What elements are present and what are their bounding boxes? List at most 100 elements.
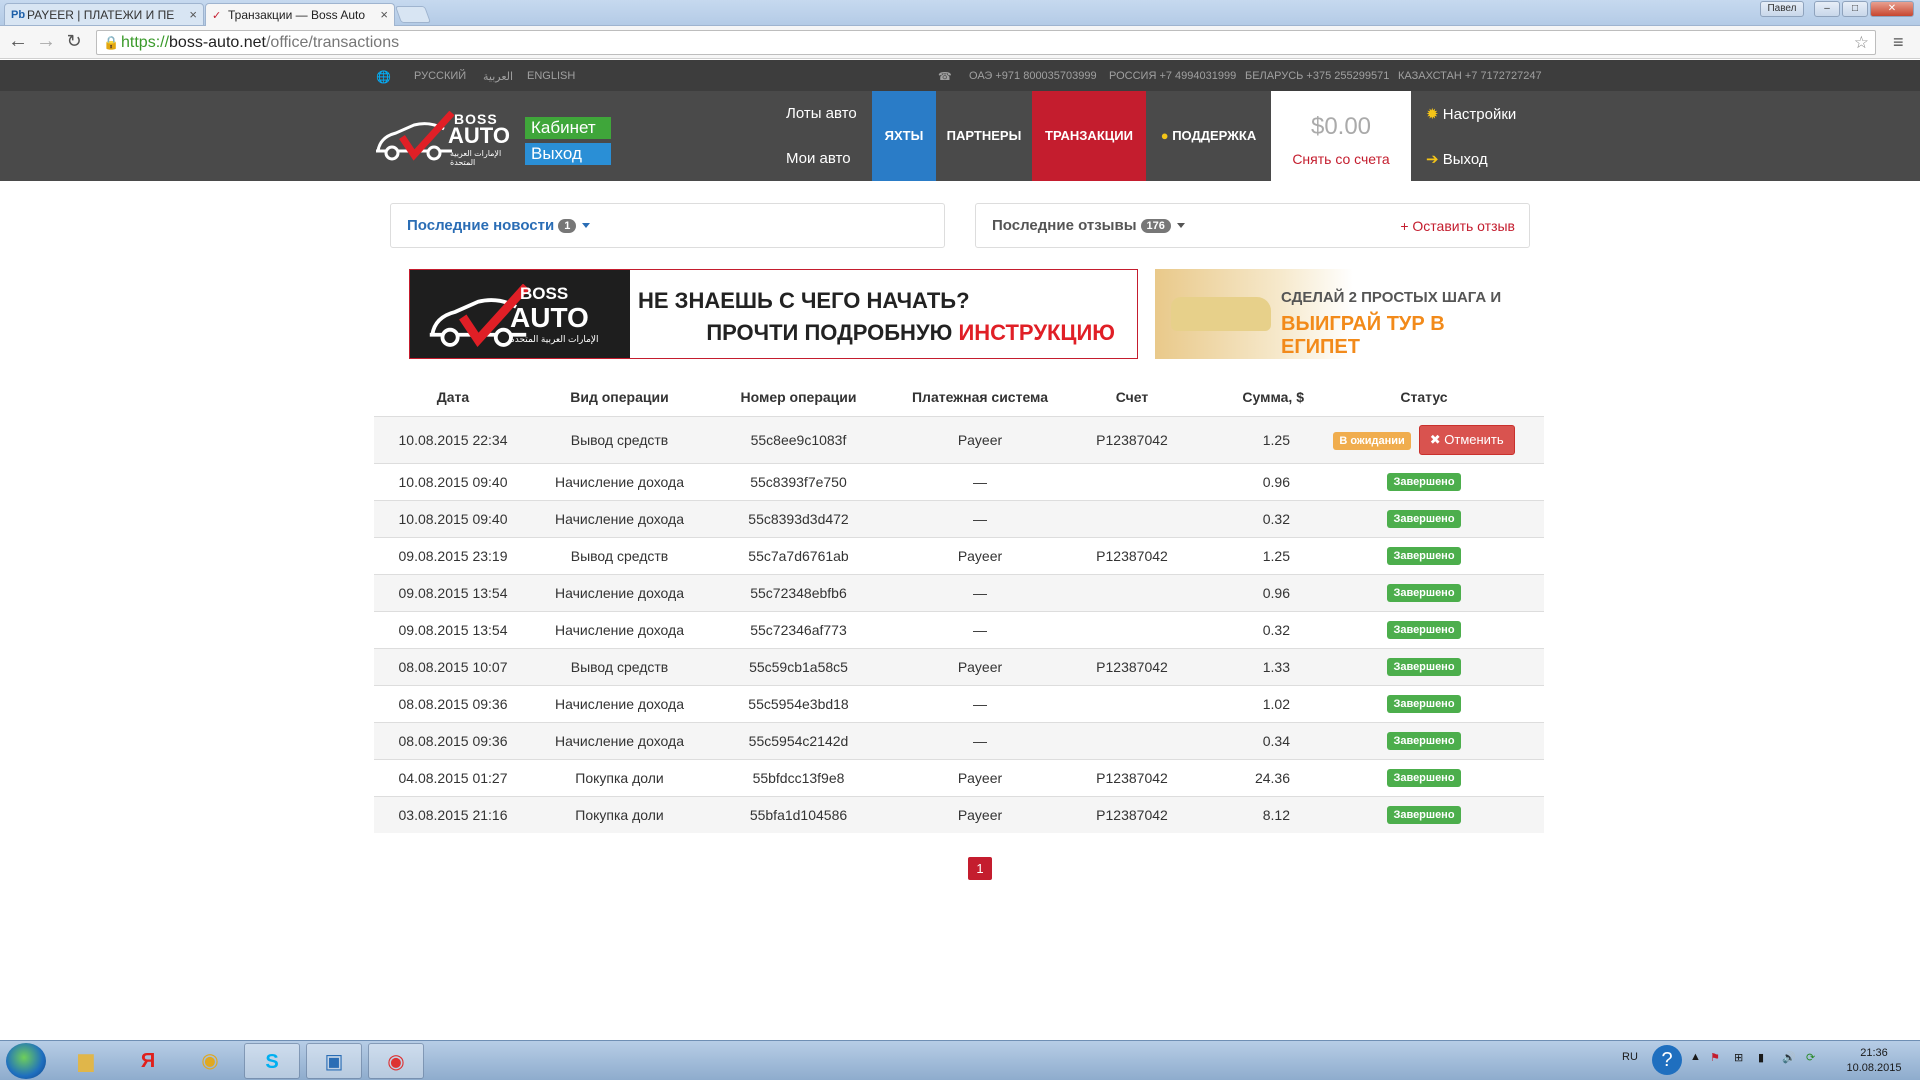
instruction-banner[interactable]: BOSS AUTO الإمارات العربية المتحدة НЕ ЗН… — [409, 269, 1138, 359]
table-row: 08.08.2015 09:36 Начисление дохода 55c5954… — [374, 684, 1544, 722]
nav-support[interactable]: ● ПОДДЕРЖКА — [1146, 91, 1271, 181]
row-account — [1070, 462, 1194, 500]
browser-menu-icon[interactable]: ≡ — [1893, 32, 1913, 52]
row-amount: 8.12 — [1194, 795, 1304, 833]
start-button[interactable] — [6, 1043, 46, 1079]
yandex-icon[interactable]: Я — [120, 1043, 176, 1079]
nav-partners[interactable]: ПАРТНЕРЫ — [936, 91, 1032, 181]
lots-link[interactable]: Лоты авто — [786, 105, 857, 122]
status-badge: В ожидании — [1333, 431, 1411, 450]
row-system: — — [890, 610, 1070, 648]
chrome-icon[interactable]: ◉ — [182, 1043, 238, 1079]
status-badge: Завершено — [1387, 547, 1461, 565]
row-id: 55c8ee9c1083f — [707, 415, 890, 463]
banner-logo-boss: BOSS — [520, 284, 569, 303]
close-icon[interactable]: × — [380, 7, 388, 22]
table-row: 04.08.2015 01:27 Покупка доли 55bfdcc13f9e… — [374, 758, 1544, 796]
chrome-active-icon[interactable]: ◉ — [368, 1043, 424, 1079]
lang-russian[interactable]: РУССКИЙ — [414, 70, 466, 82]
status-badge: Завершено — [1387, 658, 1461, 676]
news-panel[interactable]: Последние новости 1 — [390, 203, 945, 248]
cancel-button[interactable]: ✖ Отменить — [1418, 424, 1515, 455]
cancel-label: Отменить — [1444, 431, 1504, 447]
reviews-title: Последние отзывы — [992, 217, 1137, 234]
new-tab-button[interactable] — [394, 6, 432, 23]
forward-icon[interactable]: → — [34, 30, 58, 54]
address-bar[interactable]: 🔒 https://boss-auto.net/office/transacti… — [96, 30, 1876, 55]
maximize-button[interactable]: □ — [1842, 1, 1868, 17]
row-date: 09.08.2015 13:54 — [374, 573, 532, 611]
row-amount: 0.96 — [1194, 462, 1304, 500]
table-row: 08.08.2015 09:36 Начисление дохода 55c5954… — [374, 721, 1544, 759]
reload-icon[interactable]: ↻ — [62, 30, 86, 54]
explorer-icon[interactable]: ▆ — [58, 1043, 114, 1079]
row-type: Вывод средств — [532, 415, 707, 463]
close-icon[interactable]: × — [189, 7, 197, 22]
row-date: 08.08.2015 09:36 — [374, 721, 532, 759]
window-user-button[interactable]: Павел — [1760, 1, 1804, 17]
news-count-badge: 1 — [558, 219, 577, 233]
status-badge: Завершено — [1387, 473, 1461, 491]
phone-belarus: БЕЛАРУСЬ +375 255299571 — [1245, 70, 1390, 82]
help-icon[interactable]: ? — [1652, 1045, 1682, 1075]
exit-button[interactable]: Выход — [525, 143, 611, 165]
row-amount: 0.34 — [1194, 721, 1304, 759]
nav-transactions[interactable]: ТРАНЗАКЦИИ — [1032, 91, 1146, 181]
volume-icon[interactable]: 🔊 — [1782, 1051, 1796, 1064]
my-cars-link[interactable]: Мои авто — [786, 150, 851, 167]
minimize-button[interactable]: – — [1814, 1, 1840, 17]
news-dropdown[interactable]: Последние новости 1 — [407, 217, 591, 234]
reviews-panel[interactable]: Последние отзывы 176 + Оставить отзыв — [975, 203, 1530, 248]
withdraw-link[interactable]: Снять со счета — [1271, 151, 1411, 167]
clock[interactable]: 21:36 10.08.2015 — [1844, 1046, 1904, 1076]
row-amount: 0.96 — [1194, 573, 1304, 611]
status-badge: Завершено — [1387, 806, 1461, 825]
lang-arabic[interactable]: العربية — [483, 70, 513, 83]
show-hidden-icons-icon[interactable]: ▲ — [1690, 1051, 1701, 1063]
row-status: Завершено — [1304, 721, 1544, 759]
row-type: Начисление дохода — [532, 462, 707, 500]
logout-link[interactable]: ➔ Выход — [1426, 150, 1488, 168]
cabinet-button[interactable]: Кабинет — [525, 117, 611, 139]
row-date: 08.08.2015 09:36 — [374, 684, 532, 722]
site-header: BOSS AUTO الإمارات العربية المتحدة Кабин… — [0, 91, 1920, 181]
language-indicator[interactable]: RU — [1622, 1051, 1638, 1063]
table-row: 03.08.2015 21:16 Покупка доли 55bfa1d10458… — [374, 795, 1544, 833]
skype-icon[interactable]: S — [244, 1043, 300, 1079]
gear-icon: ✹ — [1426, 106, 1439, 123]
row-id: 55c59cb1a58c5 — [707, 647, 890, 685]
flag-icon[interactable]: ⚑ — [1710, 1051, 1720, 1064]
row-id: 55c8393d3d472 — [707, 499, 890, 537]
table-row: 09.08.2015 23:19 Вывод средств 55c7a7d6761… — [374, 536, 1544, 574]
nav-yachts[interactable]: ЯХТЫ — [872, 91, 936, 181]
row-type: Вывод средств — [532, 647, 707, 685]
row-status: Завершено — [1304, 499, 1544, 537]
windows-icon[interactable]: ⊞ — [1734, 1051, 1743, 1064]
row-account: P12387042 — [1070, 647, 1194, 685]
settings-link[interactable]: ✹ Настройки — [1426, 105, 1516, 123]
lang-english[interactable]: ENGLISH — [527, 70, 575, 82]
row-amount: 0.32 — [1194, 610, 1304, 648]
row-status: В ожидании ✖ Отменить — [1304, 415, 1544, 463]
network-icon[interactable]: ▮ — [1758, 1051, 1764, 1064]
sync-icon[interactable]: ⟳ — [1806, 1051, 1815, 1064]
bookmark-star-icon[interactable]: ☆ — [1854, 31, 1869, 54]
page-1-button[interactable]: 1 — [968, 857, 992, 880]
row-status: Завершено — [1304, 758, 1544, 796]
row-date: 10.08.2015 09:40 — [374, 499, 532, 537]
tab-transactions[interactable]: ✓ Транзакции — Boss Auto × — [205, 3, 395, 26]
window-close-button[interactable]: ✕ — [1870, 1, 1914, 17]
leave-review-link[interactable]: + Оставить отзыв — [1400, 218, 1515, 234]
row-id: 55c72346af773 — [707, 610, 890, 648]
row-amount: 1.33 — [1194, 647, 1304, 685]
reviews-dropdown[interactable]: Последние отзывы 176 — [992, 217, 1185, 234]
row-system: Payeer — [890, 758, 1070, 796]
url-scheme: https:// — [121, 34, 170, 51]
boss-auto-logo[interactable]: BOSS AUTO الإمارات العربية المتحدة — [374, 110, 510, 167]
tab-payeer[interactable]: Pb PAYEER | ПЛАТЕЖИ И ПЕ × — [4, 3, 204, 26]
support-icon: ● — [1160, 128, 1169, 143]
back-icon[interactable]: ← — [6, 30, 30, 54]
row-date: 08.08.2015 10:07 — [374, 647, 532, 685]
remote-desktop-icon[interactable]: ▣ — [306, 1043, 362, 1079]
egypt-tour-banner[interactable]: СДЕЛАЙ 2 ПРОСТЫХ ШАГА И ВЫИГРАЙ ТУР В ЕГ… — [1155, 269, 1515, 359]
